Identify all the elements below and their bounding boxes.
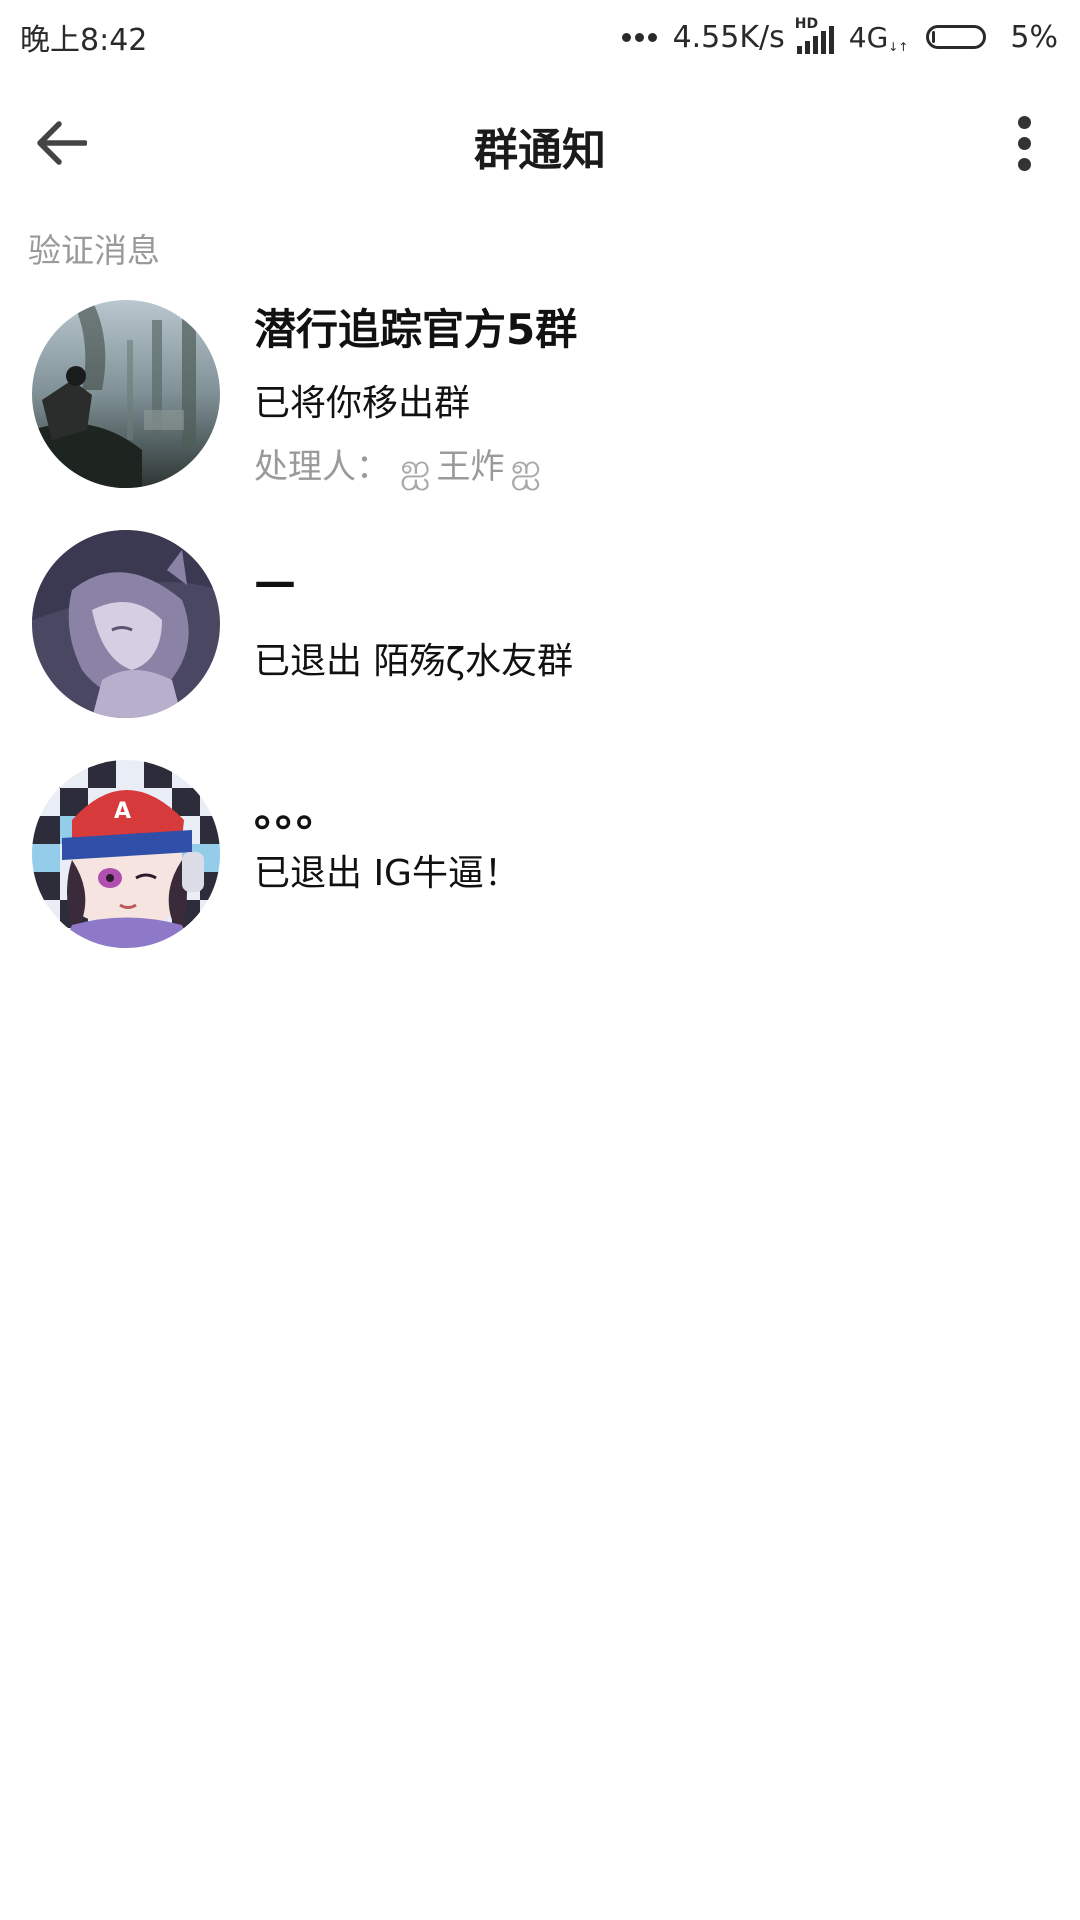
group-avatar[interactable] (32, 300, 220, 488)
notice-handler: 处理人： ஐ 王炸 ஐ (254, 442, 1050, 492)
swirl-decoration-icon: ஐ (400, 445, 431, 489)
network-speed: 4.55K/s (672, 19, 785, 55)
handler-label: 处理人： (254, 447, 390, 487)
anime-boy-red-cap-avatar: A (32, 760, 220, 948)
status-indicators: 4.55K/s HD 4G↓↑ 5% (621, 16, 1058, 55)
user-avatar[interactable] (32, 530, 220, 718)
notice-message: 已退出 IG牛逼！ (254, 853, 520, 894)
handler-name-text: 王炸 (436, 447, 505, 487)
notice-item[interactable]: 潜行追踪官方5群 已将你移出群 处理人： ஐ 王炸 ஐ (0, 290, 1080, 520)
network-type: 4G↓↑ (849, 21, 909, 54)
status-bar: 晚上8:42 4.55K/s HD 4G↓↑ 5% (0, 0, 1080, 74)
forest-soldier-avatar (32, 300, 220, 488)
battery-percent: 5% (1010, 19, 1058, 55)
title-bar: 群通知 (0, 74, 1080, 210)
notice-message: 已将你移出群 (254, 383, 471, 424)
notice-message: 已退出 陌殇ζ水友群 (254, 641, 574, 682)
notice-item[interactable]: — 已退出 陌殇ζ水友群 (0, 520, 1080, 750)
sleeping-anime-girl-avatar (32, 530, 220, 718)
notice-text: 潜行追踪官方5群 已将你移出群 处理人： ஐ 王炸 ஐ (254, 300, 1050, 492)
more-vertical-icon (1017, 115, 1031, 129)
notice-text: 。。。 已退出 IG牛逼！ (254, 782, 1050, 902)
swirl-decoration-icon: ஐ (510, 445, 542, 489)
svg-text:A: A (114, 799, 131, 824)
network-type-label: 4G (848, 20, 889, 54)
notice-text: — 已退出 陌殇ζ水友群 (254, 552, 1050, 690)
user-name: — (254, 557, 296, 606)
handler-name[interactable]: ஐ 王炸 ஐ (400, 442, 541, 492)
notice-item[interactable]: A 。。。 已退出 IG牛逼！ (0, 750, 1080, 980)
page-title: 群通知 (474, 125, 606, 176)
signal-strength-icon: HD (795, 16, 839, 54)
screen: 晚上8:42 4.55K/s HD 4G↓↑ 5% 群通知 验证消息 潜行追踪官… (0, 0, 1080, 1920)
group-name: 潜行追踪官方5群 (254, 305, 578, 354)
user-name: 。。。 (254, 787, 339, 836)
section-header-verification: 验证消息 (28, 231, 160, 270)
user-avatar[interactable]: A (32, 760, 220, 948)
more-options-button[interactable] (994, 108, 1054, 178)
data-arrows-icon: ↓↑ (888, 39, 909, 54)
status-time: 晚上8:42 (20, 23, 148, 58)
notice-list: 潜行追踪官方5群 已将你移出群 处理人： ஐ 王炸 ஐ — 已退出 陌殇ζ水友群… (0, 290, 1080, 980)
more-notifications-icon (621, 32, 657, 42)
battery-icon (926, 25, 987, 49)
